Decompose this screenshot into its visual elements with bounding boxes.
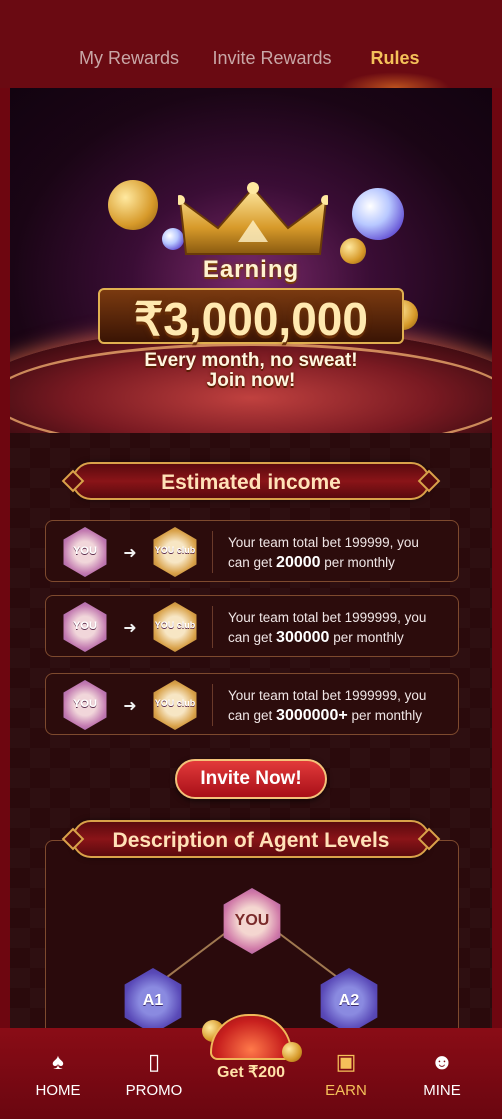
arrow-right-icon: ➜ xyxy=(123,698,137,715)
active-tab-indicator xyxy=(340,72,450,88)
arrow-right-icon: ➜ xyxy=(123,545,137,562)
banner-join-text: Join now! xyxy=(206,370,296,391)
top-tab-bar: My Rewards Invite Rewards Rules xyxy=(0,0,502,88)
income-card: YOU ➜ YOU club Your team total bet 19999… xyxy=(45,520,459,582)
income-amount: 20000 xyxy=(276,554,321,571)
nav-home-label: HOME xyxy=(35,1082,81,1099)
get-prefix: can get xyxy=(228,630,277,645)
club-badge-label: YOU club xyxy=(154,620,196,630)
banner-amount: ₹3,000,000 xyxy=(134,293,368,345)
you-badge-label: YOU xyxy=(73,620,97,632)
crown-icon xyxy=(178,182,328,255)
card-divider xyxy=(212,684,213,726)
banner-tagline: Every month, no sweat! xyxy=(144,350,358,371)
get-bonus-label: Get ₹200 xyxy=(217,1064,285,1081)
agent-levels-header: Description of Agent Levels xyxy=(61,820,441,858)
income-suffix: per monthly xyxy=(347,708,422,723)
tab-my-rewards[interactable]: My Rewards xyxy=(72,48,186,74)
rules-panel: Earning ₹3,000,000 Every month, no sweat… xyxy=(10,88,492,1028)
you-badge-label: YOU xyxy=(73,545,97,557)
agent-levels-title: Description of Agent Levels xyxy=(112,829,390,852)
user-icon: ☻ xyxy=(430,1049,454,1074)
get-bonus-button[interactable]: Get ₹200 xyxy=(196,1000,306,1084)
banner-earning-text: Earning xyxy=(202,256,300,283)
gold-coin-icon xyxy=(282,1042,302,1062)
nav-mine-label: MINE xyxy=(423,1082,461,1099)
gift-icon: ▣ xyxy=(335,1049,357,1074)
invite-now-button[interactable]: Invite Now! xyxy=(175,759,327,799)
you-level-label: YOU xyxy=(234,912,270,929)
income-description: Your team total bet 1999999, you can get… xyxy=(228,608,456,648)
income-amount: 3000000+ xyxy=(276,707,348,724)
income-description: Your team total bet 1999999, you can get… xyxy=(228,686,456,726)
nav-mine[interactable]: ☻ MINE xyxy=(402,1048,482,1110)
get-prefix: can get xyxy=(228,708,277,723)
nav-earn[interactable]: ▣ EARN xyxy=(306,1048,386,1110)
estimated-income-title: Estimated income xyxy=(161,471,341,494)
promo-icon: ▯ xyxy=(147,1049,161,1074)
bet-text: Your team total bet 1999999, you xyxy=(228,610,427,625)
income-description: Your team total bet 199999, you can get … xyxy=(228,533,456,573)
nav-home[interactable]: ♠ HOME xyxy=(18,1048,98,1110)
get-prefix: can get xyxy=(228,555,277,570)
spade-home-icon: ♠ xyxy=(52,1049,64,1074)
estimated-income-header: Estimated income xyxy=(61,462,441,500)
club-badge-label: YOU club xyxy=(154,698,196,708)
bet-text: Your team total bet 199999, you xyxy=(228,535,419,550)
income-suffix: per monthly xyxy=(320,555,395,570)
roulette-wheel-icon xyxy=(210,1014,292,1060)
nav-promo[interactable]: ▯ PROMO xyxy=(114,1048,194,1110)
app-root: My Rewards Invite Rewards Rules Earning … xyxy=(0,0,502,1119)
a2-level-label: A2 xyxy=(338,992,360,1009)
card-divider xyxy=(212,606,213,648)
card-divider xyxy=(212,531,213,573)
income-card: YOU ➜ YOU club Your team total bet 19999… xyxy=(45,673,459,735)
a1-level-label: A1 xyxy=(142,992,164,1009)
crystal-ball-icon xyxy=(352,188,404,240)
income-card: YOU ➜ YOU club Your team total bet 19999… xyxy=(45,595,459,657)
income-suffix: per monthly xyxy=(329,630,404,645)
promo-banner: Earning ₹3,000,000 Every month, no sweat… xyxy=(10,88,492,433)
bet-text: Your team total bet 1999999, you xyxy=(228,688,427,703)
income-amount: 300000 xyxy=(276,629,330,646)
nav-earn-label: EARN xyxy=(325,1082,367,1099)
club-badge-label: YOU club xyxy=(154,545,196,555)
tab-invite-rewards[interactable]: Invite Rewards xyxy=(204,48,340,74)
nav-promo-label: PROMO xyxy=(125,1082,183,1099)
gold-coin-icon xyxy=(108,180,158,230)
you-badge-label: YOU xyxy=(73,698,97,710)
tab-rules[interactable]: Rules xyxy=(355,48,435,74)
arrow-right-icon: ➜ xyxy=(123,620,137,637)
